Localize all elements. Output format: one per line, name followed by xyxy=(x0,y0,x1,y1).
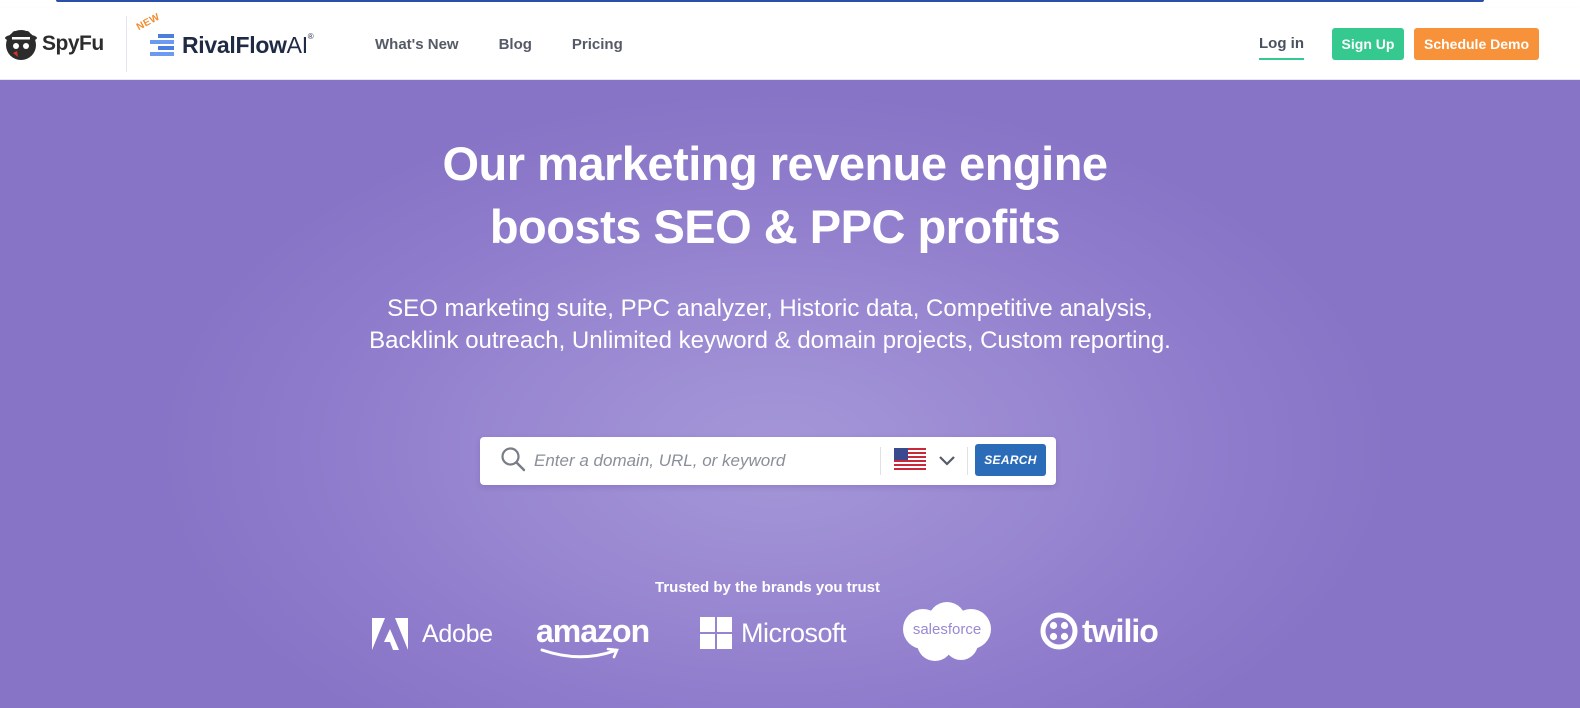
search-divider xyxy=(880,447,881,475)
nav-divider xyxy=(126,16,127,72)
spyfu-logo-text: SpyFu xyxy=(42,32,104,55)
search-divider-2 xyxy=(967,447,968,475)
salesforce-wordmark: salesforce xyxy=(912,621,982,638)
rivalflow-ai: AI xyxy=(286,32,308,58)
rivalflow-name: RivalFlow xyxy=(182,32,287,58)
adobe-icon xyxy=(372,618,408,650)
amazon-wordmark: amazon xyxy=(536,613,650,649)
twilio-icon xyxy=(1040,612,1078,650)
microsoft-wordmark: Microsoft xyxy=(741,617,847,648)
hero-subheading: SEO marketing suite, PPC analyzer, Histo… xyxy=(369,295,1171,354)
amazon-smile-icon xyxy=(540,647,619,659)
schedule-demo-button[interactable]: Schedule Demo xyxy=(1414,28,1539,60)
nav-whats-new[interactable]: What's New xyxy=(375,36,459,53)
nav-blog[interactable]: Blog xyxy=(499,36,532,53)
top-accent-line xyxy=(56,0,1484,2)
rivalflow-logo-text: RivalFlowAI® xyxy=(182,32,314,59)
rivalflow-reg: ® xyxy=(307,32,314,41)
search-icon xyxy=(501,447,526,472)
hero-section: Our marketing revenue engine boosts SEO … xyxy=(0,80,1580,708)
main-nav: What's New Blog Pricing xyxy=(375,8,663,80)
new-tag: NEW xyxy=(134,11,162,34)
twilio-wordmark: twilio xyxy=(1082,612,1159,649)
rivalflow-icon xyxy=(150,34,174,56)
search-bar: SEARCH xyxy=(480,437,1056,485)
hero-headline: Our marketing revenue engine boosts SEO … xyxy=(290,132,1260,258)
search-input[interactable] xyxy=(534,445,864,477)
login-link[interactable]: Log in xyxy=(1259,35,1304,60)
adobe-wordmark: Adobe xyxy=(422,619,493,648)
spyfu-logo[interactable]: SpyFu xyxy=(4,26,104,62)
brand-adobe: Adobe xyxy=(372,617,493,651)
navbar: SpyFu NEW RivalFlowAI® What's New Blog P… xyxy=(0,8,1580,80)
rivalflow-logo[interactable]: NEW RivalFlowAI® xyxy=(135,12,335,68)
nav-pricing[interactable]: Pricing xyxy=(572,36,623,53)
microsoft-icon xyxy=(700,617,732,649)
headline-line-2: boosts SEO & PPC profits xyxy=(489,200,1061,253)
browser-top-strip xyxy=(0,0,1580,8)
brand-twilio: twilio xyxy=(1040,612,1159,650)
search-button[interactable]: SEARCH xyxy=(975,444,1046,476)
chevron-down-icon xyxy=(939,456,955,466)
spyfu-spy-icon xyxy=(5,30,37,60)
us-flag-icon xyxy=(894,448,926,472)
brand-amazon: amazon xyxy=(536,613,656,661)
brand-microsoft: Microsoft xyxy=(700,616,847,650)
signup-button[interactable]: Sign Up xyxy=(1332,28,1404,60)
country-selector[interactable] xyxy=(892,446,962,476)
trusted-label: Trusted by the brands you trust xyxy=(654,579,881,596)
headline-line-1: Our marketing revenue engine xyxy=(442,137,1108,190)
brand-salesforce: salesforce xyxy=(901,601,993,663)
